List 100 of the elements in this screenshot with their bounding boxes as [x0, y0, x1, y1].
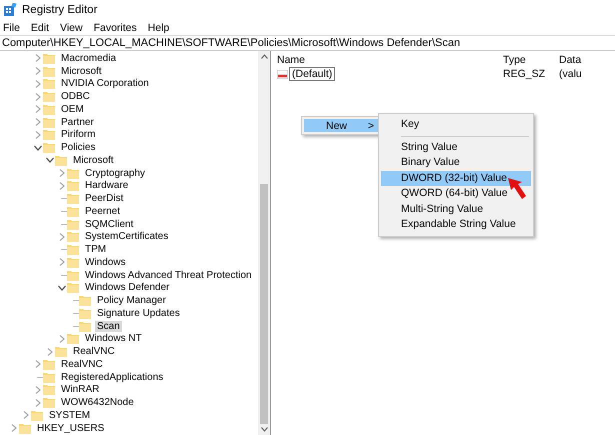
- scrollbar-thumb[interactable]: [260, 184, 268, 424]
- folder-icon: [19, 422, 31, 434]
- chevron-right-icon[interactable]: [34, 360, 40, 368]
- tree-item[interactable]: NVIDIA Corporation: [59, 78, 151, 90]
- chevron-right-icon[interactable]: [58, 232, 64, 241]
- folder-icon: [43, 142, 55, 154]
- folder-icon: [43, 91, 55, 102]
- folder-icon: [43, 372, 55, 383]
- address-field[interactable]: Computer\HKEY_LOCAL_MACHINE\SOFTWARE\Policies\Microsoft\Windows Defender\Scan: [0, 35, 615, 51]
- name-edit-field[interactable]: (Default): [289, 67, 336, 81]
- scroll-up-icon[interactable]: [260, 54, 268, 59]
- tree-item[interactable]: Hardware: [83, 180, 130, 192]
- registry-icon: [3, 3, 17, 17]
- chevron-right-icon[interactable]: [58, 182, 64, 190]
- folder-icon: [67, 218, 79, 230]
- tree-item[interactable]: Microsoft: [71, 154, 116, 166]
- tree-item[interactable]: SystemCertificates: [83, 231, 170, 242]
- folder-icon: [43, 116, 55, 128]
- tree-item[interactable]: Microsoft: [59, 66, 104, 77]
- chevron-right-icon[interactable]: [34, 398, 40, 407]
- column-header[interactable]: Name: [277, 54, 503, 66]
- menu-item[interactable]: View: [60, 22, 83, 34]
- menu-item[interactable]: Multi-String Value: [381, 202, 531, 217]
- string-value-icon: [277, 70, 288, 78]
- folder-icon: [43, 129, 55, 140]
- folder-icon: [43, 66, 55, 77]
- chevron-right-icon[interactable]: [34, 105, 40, 114]
- folder-icon: [67, 244, 79, 256]
- chevron-right-icon[interactable]: [46, 348, 52, 356]
- folder-icon: [67, 256, 79, 268]
- menu-item[interactable]: DWORD (32-bit) Value: [381, 170, 531, 186]
- menu-item[interactable]: String Value: [381, 140, 531, 155]
- tree-item[interactable]: ODBC: [59, 91, 92, 102]
- tree-item[interactable]: RealVNC: [71, 346, 117, 358]
- folder-icon: [79, 308, 91, 319]
- folder-icon: [31, 410, 43, 421]
- tree-item[interactable]: WinRAR: [59, 384, 102, 396]
- tree-item[interactable]: Cryptography: [83, 168, 148, 179]
- tree-item[interactable]: Windows Advanced Threat Protection: [83, 270, 254, 281]
- folder-icon: [67, 168, 79, 179]
- folder-icon: [67, 270, 79, 281]
- tree-item[interactable]: Piriform: [59, 129, 98, 140]
- menu-item[interactable]: File: [3, 22, 20, 34]
- scroll-down-icon[interactable]: [260, 427, 268, 432]
- menu-item[interactable]: Expandable String Value: [381, 217, 531, 232]
- tree-item[interactable]: RegisteredApplications: [59, 372, 166, 383]
- chevron-right-icon[interactable]: [34, 67, 40, 76]
- chevron-right-icon[interactable]: [34, 130, 40, 139]
- tree-item[interactable]: Policy Manager: [95, 295, 168, 306]
- chevron-right-icon[interactable]: [34, 118, 40, 126]
- folder-icon: [43, 104, 55, 115]
- tree-item[interactable]: Windows: [83, 256, 128, 268]
- tree-item[interactable]: HKEY_USERS: [35, 422, 106, 434]
- folder-icon: [43, 397, 55, 408]
- chevron-right-icon[interactable]: [34, 386, 40, 394]
- folder-icon: [79, 295, 91, 306]
- column-header[interactable]: Data: [559, 54, 589, 66]
- chevron-down-icon[interactable]: [34, 144, 42, 151]
- folder-icon: [55, 154, 67, 166]
- tree-item[interactable]: OEM: [59, 104, 86, 115]
- tree-item[interactable]: Peernet: [83, 206, 122, 217]
- chevron-down-icon[interactable]: [58, 284, 66, 291]
- folder-icon: [43, 78, 55, 90]
- chevron-right-icon[interactable]: [34, 54, 40, 62]
- column-header[interactable]: Type: [503, 54, 559, 66]
- chevron-right-icon[interactable]: [10, 424, 16, 432]
- tree-item[interactable]: Macromedia: [59, 52, 118, 64]
- tree-item[interactable]: PeerDist: [83, 193, 126, 204]
- chevron-right-icon[interactable]: [34, 80, 40, 88]
- menu-item[interactable]: New >: [304, 119, 380, 132]
- chevron-right-icon[interactable]: [22, 411, 28, 420]
- folder-icon: [67, 193, 79, 204]
- menu-item[interactable]: Binary Value: [381, 155, 531, 170]
- tree-item[interactable]: Partner: [59, 116, 96, 128]
- menu-item[interactable]: Help: [148, 22, 170, 34]
- tree-item[interactable]: SYSTEM: [47, 410, 92, 421]
- tree-item[interactable]: TPM: [83, 244, 108, 256]
- chevron-right-icon[interactable]: [34, 92, 40, 101]
- folder-icon: [79, 320, 91, 332]
- arrow-pointer-icon: [507, 177, 527, 201]
- scrollbar[interactable]: [258, 51, 270, 435]
- folder-icon: [67, 206, 79, 217]
- tree-item[interactable]: WOW6432Node: [59, 397, 136, 408]
- tree-item[interactable]: Windows Defender: [83, 282, 172, 294]
- folder-icon: [43, 384, 55, 396]
- chevron-right-icon[interactable]: [58, 258, 64, 266]
- folder-icon: [67, 333, 79, 344]
- menu-item[interactable]: Favorites: [94, 22, 137, 34]
- chevron-right-icon[interactable]: [58, 334, 64, 343]
- tree-item[interactable]: Policies: [59, 142, 98, 154]
- chevron-right-icon[interactable]: [58, 169, 64, 178]
- tree-item[interactable]: SQMClient: [83, 218, 136, 230]
- menu-item[interactable]: Edit: [30, 22, 50, 34]
- tree-item[interactable]: Signature Updates: [95, 308, 182, 319]
- tree-item[interactable]: Scan: [95, 320, 122, 332]
- menu-item[interactable]: QWORD (64-bit) Value: [381, 186, 531, 202]
- menu-item[interactable]: Key: [381, 117, 531, 132]
- chevron-down-icon[interactable]: [46, 157, 54, 164]
- tree-item[interactable]: RealVNC: [59, 358, 105, 370]
- tree-item[interactable]: Windows NT: [83, 333, 144, 344]
